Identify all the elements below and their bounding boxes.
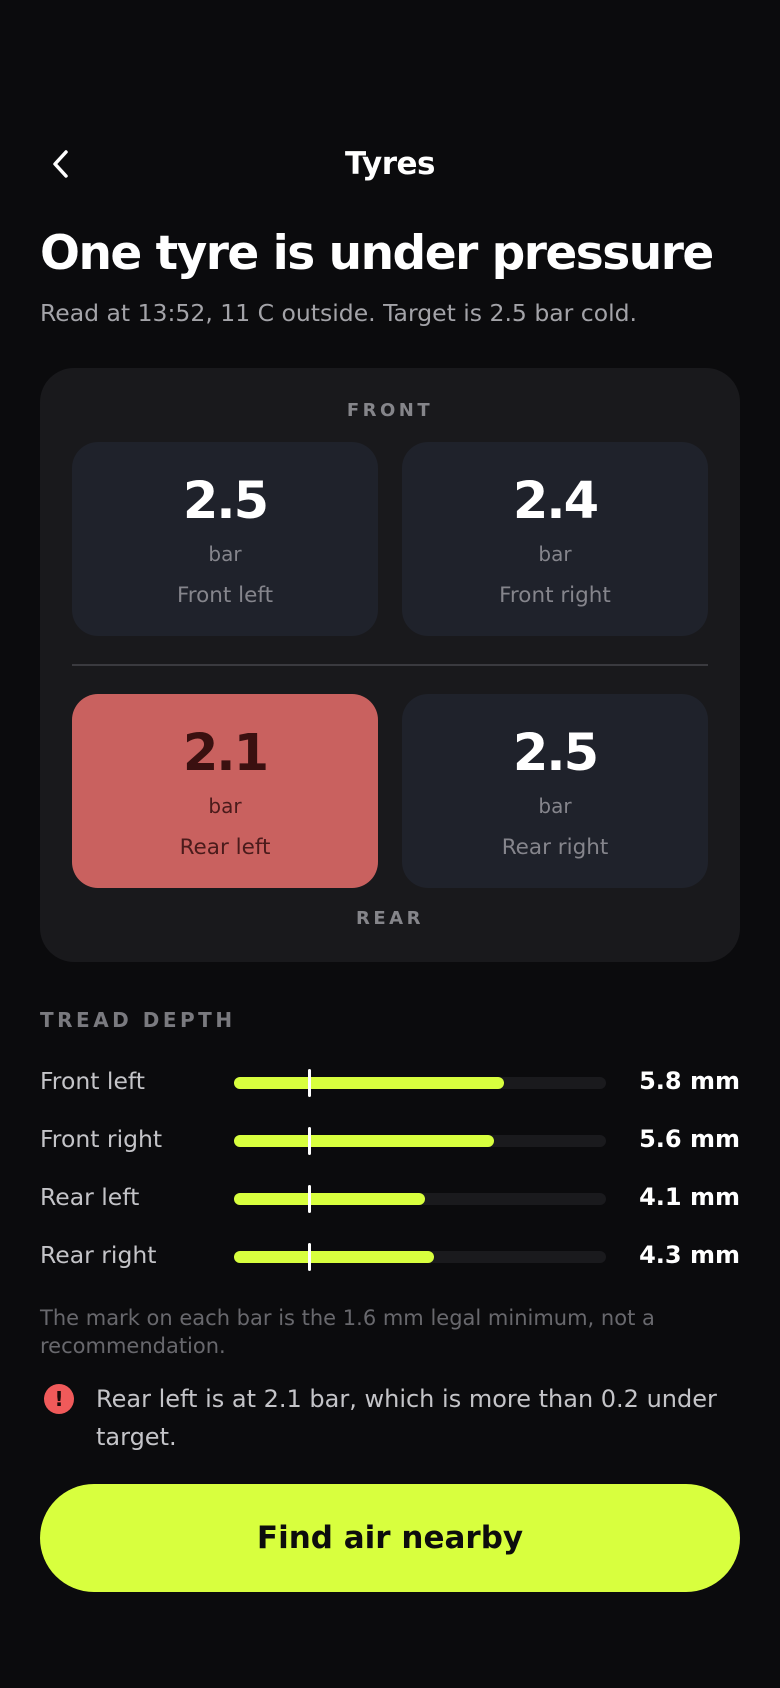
tyre-pressure-unit: bar	[208, 542, 242, 566]
tyre-pressure-value: 2.5	[512, 724, 599, 783]
legal-minimum-note: The mark on each bar is the 1.6 mm legal…	[40, 1306, 655, 1358]
tyre-pressure-unit: bar	[208, 794, 242, 818]
tread-depth-value: 5.8 mm	[639, 1067, 740, 1095]
tread-bar-fill	[234, 1193, 425, 1205]
tyre-position-label: Rear left	[179, 835, 271, 860]
tread-bar-track	[234, 1185, 606, 1213]
tyre-position-label: Front right	[499, 583, 611, 608]
legal-minimum-mark	[308, 1127, 311, 1155]
tread-row-rear-left: Rear left 4.1 mm	[40, 1179, 740, 1219]
tread-bar-fill	[234, 1077, 504, 1089]
find-air-nearby-button[interactable]: Find air nearby	[40, 1484, 740, 1592]
tyre-position-label: Rear right	[501, 835, 609, 860]
tyre-card-front-left[interactable]: 2.5 bar Front left	[72, 442, 378, 636]
reading-summary: Read at 13:52, 11 C outside. Target is 2…	[40, 299, 638, 327]
tyre-card-rear-right[interactable]: 2.5 bar Rear right	[402, 694, 708, 888]
tread-bar-track	[234, 1243, 606, 1271]
tyre-pressure-value: 2.4	[512, 472, 599, 531]
tread-row-label: Rear right	[40, 1241, 157, 1269]
tread-bar-track	[234, 1127, 606, 1155]
rear-axle-label: REAR	[356, 908, 424, 929]
headline: One tyre is under pressure	[40, 226, 714, 281]
front-axle-label: FRONT	[346, 400, 434, 421]
tread-bar-fill	[234, 1135, 494, 1147]
tyre-pressure-panel: FRONT 2.5 bar Front left 2.4 bar Front r…	[40, 368, 740, 962]
tread-row-front-left: Front left 5.8 mm	[40, 1063, 740, 1103]
tyre-pressure-unit: bar	[538, 542, 572, 566]
legal-minimum-mark	[308, 1069, 311, 1097]
alert-message: Rear left is at 2.1 bar, which is more t…	[96, 1385, 717, 1451]
exclamation-icon: !	[44, 1384, 74, 1414]
tread-row-label: Front left	[40, 1067, 145, 1095]
nav-bar: Tyres	[0, 140, 780, 192]
tread-depth-value: 4.1 mm	[639, 1183, 740, 1211]
tyre-position-label: Front left	[176, 583, 274, 608]
tread-depth-heading: TREAD DEPTH	[40, 1008, 236, 1032]
legal-minimum-mark	[308, 1185, 311, 1213]
tread-row-rear-right: Rear right 4.3 mm	[40, 1237, 740, 1277]
tyre-pressure-value: 2.1	[182, 724, 269, 783]
tread-depth-value: 4.3 mm	[639, 1241, 740, 1269]
tread-row-front-right: Front right 5.6 mm	[40, 1121, 740, 1161]
tyre-card-front-right[interactable]: 2.4 bar Front right	[402, 442, 708, 636]
tyre-pressure-unit: bar	[538, 794, 572, 818]
tyre-card-rear-left[interactable]: 2.1 bar Rear left	[72, 694, 378, 888]
page-title: Tyres	[345, 146, 435, 182]
tread-bar-fill	[234, 1251, 434, 1263]
legal-minimum-mark	[308, 1243, 311, 1271]
tread-bar-track	[234, 1069, 606, 1097]
tread-row-label: Rear left	[40, 1183, 140, 1211]
axle-divider	[72, 664, 708, 666]
tyre-pressure-value: 2.5	[182, 472, 269, 531]
tread-row-label: Front right	[40, 1125, 163, 1153]
tread-depth-value: 5.6 mm	[639, 1125, 740, 1153]
